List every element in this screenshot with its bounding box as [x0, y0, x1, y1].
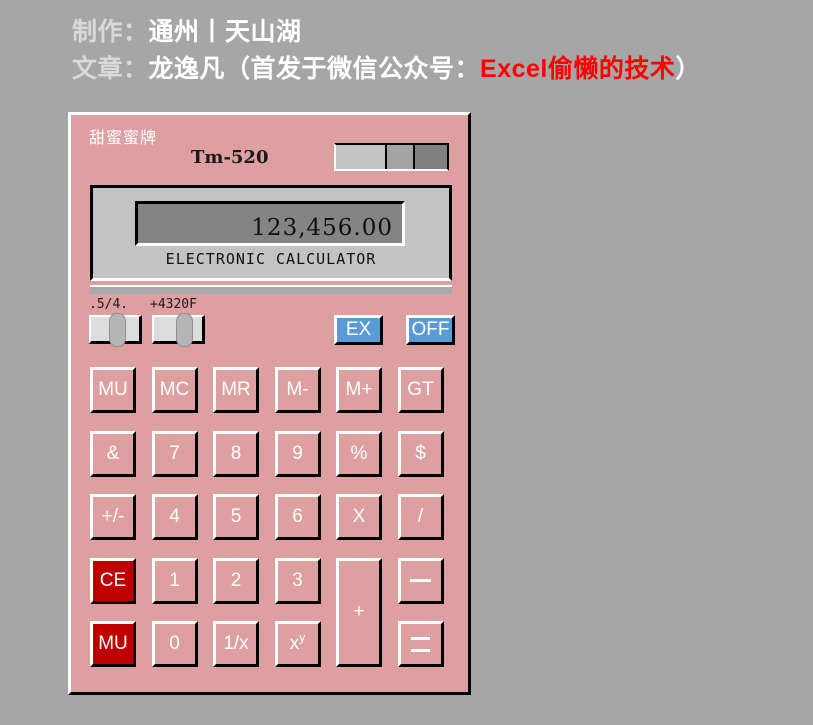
- decimal-switch-label: +4320F: [150, 297, 197, 312]
- credit-author-label: 制作：: [72, 18, 149, 46]
- model-label: Tm-520: [191, 147, 269, 168]
- display-value: 123,456.00: [251, 215, 393, 241]
- credit-article-highlight: Excel偷懒的技术: [480, 55, 676, 83]
- key-5[interactable]: 5: [213, 494, 259, 540]
- calculator-body: 甜蜜蜜牌 Tm-520 123,456.00 ELECTRONIC CALCUL…: [68, 112, 471, 695]
- credit-article-value-pre: 龙逸凡（首发于微信公众号：: [148, 55, 481, 83]
- key-m-plus[interactable]: M+: [336, 367, 382, 413]
- display-caption: ELECTRONIC CALCULATOR: [165, 250, 377, 268]
- key-sign-toggle[interactable]: +/-: [90, 494, 136, 540]
- key-mu-top[interactable]: MU: [90, 367, 136, 413]
- key-ce[interactable]: CE: [90, 557, 136, 604]
- key-minus[interactable]: [397, 557, 444, 604]
- display-panel: 123,456.00 ELECTRONIC CALCULATOR: [90, 185, 452, 281]
- credit-line-author: 制作：通州丨天山湖: [72, 14, 812, 51]
- key-2[interactable]: 2: [213, 557, 259, 604]
- key-mr[interactable]: MR: [213, 367, 259, 413]
- credit-article-value-post: ）: [675, 55, 701, 83]
- solar-panel-strip: [334, 143, 449, 171]
- key-m-minus[interactable]: M-: [274, 367, 321, 413]
- ex-button[interactable]: EX: [334, 315, 383, 345]
- rounding-switch-label: .5/4.: [89, 297, 129, 312]
- credit-article-label: 文章：: [72, 55, 149, 83]
- key-mu-bottom[interactable]: MU: [90, 621, 136, 667]
- key-1[interactable]: 1: [151, 557, 198, 604]
- display-panel-shadow: [90, 285, 452, 294]
- key-9[interactable]: 9: [274, 430, 321, 477]
- key-ampersand[interactable]: &: [90, 430, 136, 477]
- off-button[interactable]: OFF: [406, 315, 455, 345]
- key-plus[interactable]: +: [336, 557, 382, 667]
- solar-cell-3: [413, 145, 447, 169]
- credit-line-article: 文章：龙逸凡（首发于微信公众号：Excel偷懒的技术）: [72, 51, 812, 88]
- decimal-switch-thumb[interactable]: [176, 313, 193, 347]
- key-multiply[interactable]: X: [336, 494, 382, 540]
- key-gt[interactable]: GT: [397, 367, 444, 413]
- key-3[interactable]: 3: [274, 557, 321, 604]
- key-8[interactable]: 8: [213, 430, 259, 477]
- key-percent[interactable]: %: [336, 430, 382, 477]
- brand-label: 甜蜜蜜牌: [89, 128, 158, 147]
- credits-block: 制作：通州丨天山湖 文章：龙逸凡（首发于微信公众号：Excel偷懒的技术）: [72, 14, 812, 88]
- key-7[interactable]: 7: [151, 430, 198, 477]
- key-equals[interactable]: [397, 621, 444, 667]
- key-0[interactable]: 0: [151, 621, 198, 667]
- rounding-switch-thumb[interactable]: [109, 313, 126, 347]
- solar-cell-2: [384, 145, 414, 169]
- keypad: MU MC MR M- M+ GT & 7 8 9% $ +/- 4 5 6 X / CE 1 2 3 MU 0 1/x xy +: [90, 367, 455, 677]
- key-4[interactable]: 4: [151, 494, 198, 540]
- key-power[interactable]: xy: [274, 621, 321, 667]
- key-reciprocal[interactable]: 1/x: [213, 621, 259, 667]
- key-dollar[interactable]: $: [397, 430, 444, 477]
- solar-cell-1: [336, 145, 385, 169]
- credit-author-value: 通州丨天山湖: [148, 18, 302, 46]
- display-screen: 123,456.00: [135, 201, 405, 246]
- decimal-switch[interactable]: [152, 313, 205, 347]
- key-6[interactable]: 6: [274, 494, 321, 540]
- key-mc[interactable]: MC: [151, 367, 198, 413]
- key-divide[interactable]: /: [397, 494, 444, 540]
- rounding-switch[interactable]: [89, 313, 142, 347]
